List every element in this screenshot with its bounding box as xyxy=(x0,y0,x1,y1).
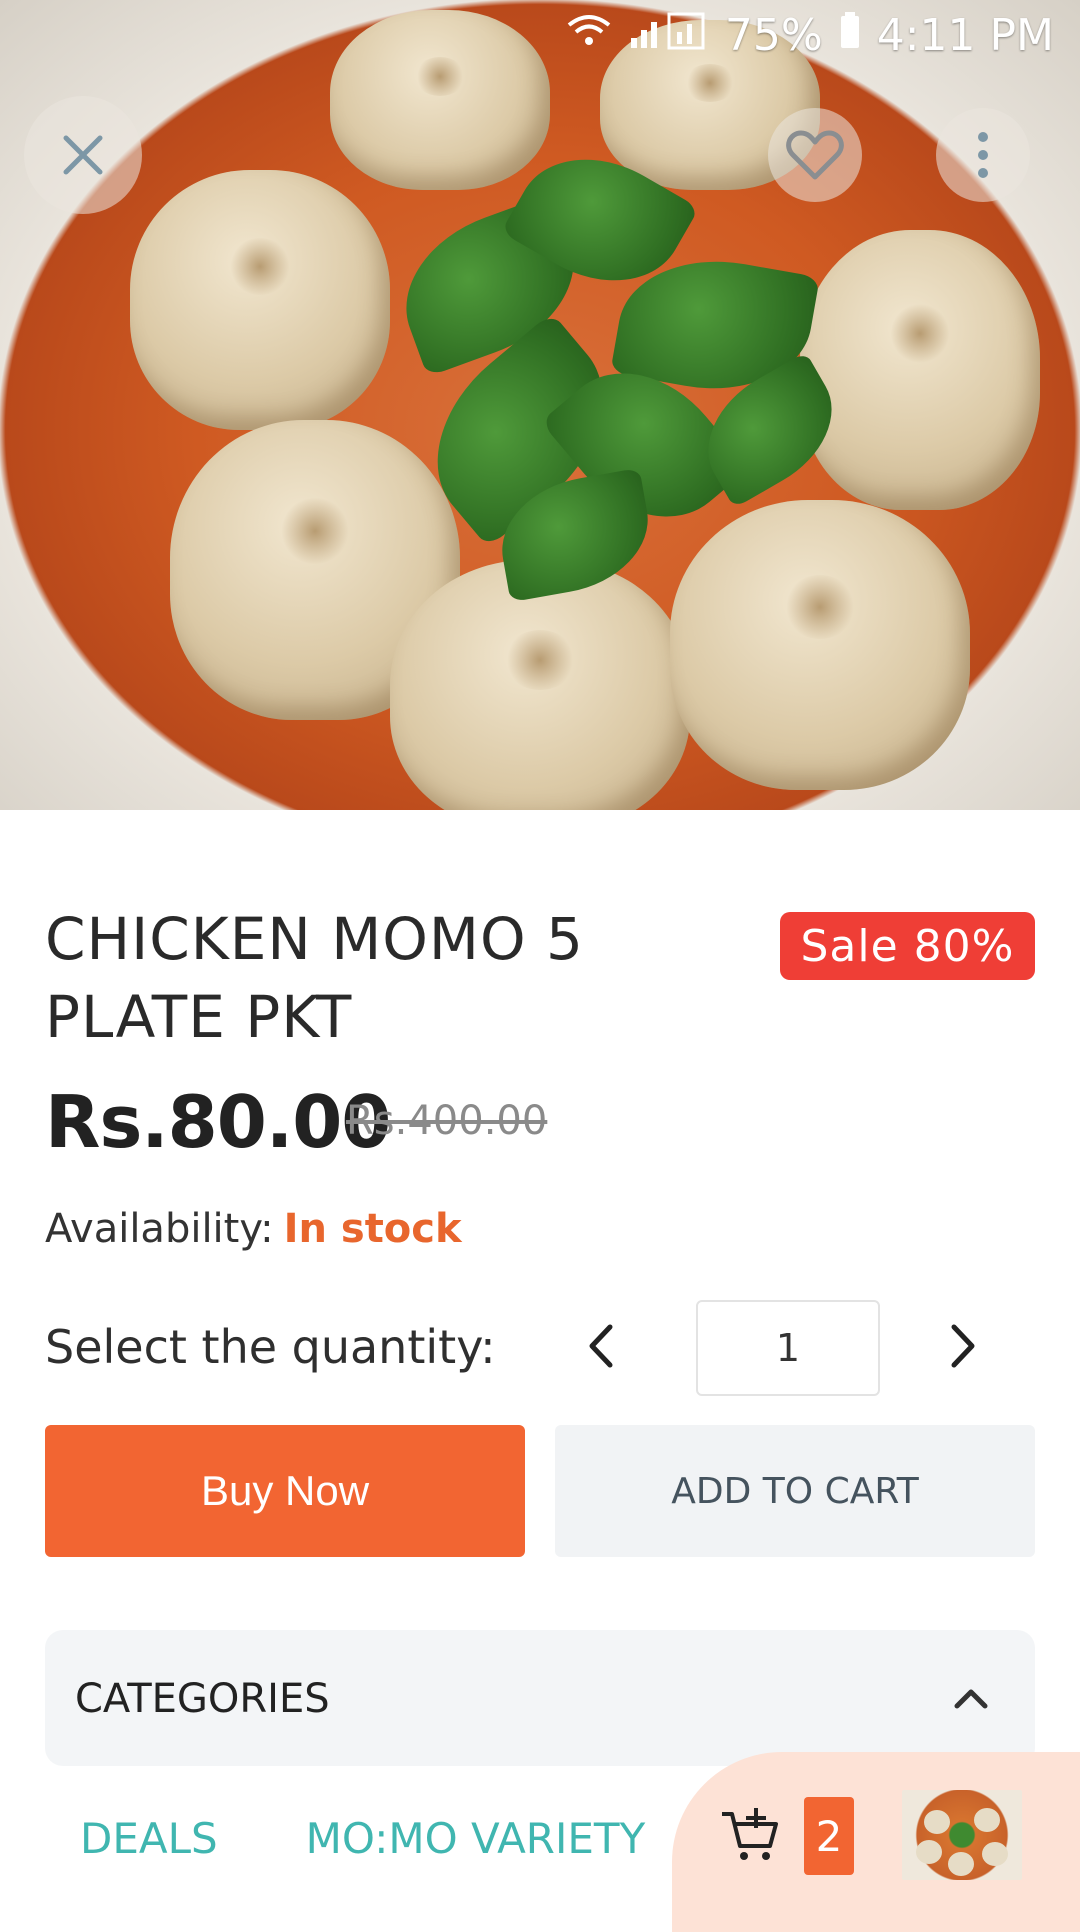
product-price: Rs.80.00 xyxy=(45,1080,391,1164)
cart-count-badge: 2 xyxy=(804,1797,854,1875)
product-title: CHICKEN MOMO 5 PLATE PKT xyxy=(45,905,584,1051)
categories-header: CATEGORIES xyxy=(75,1676,330,1722)
close-button[interactable] xyxy=(24,96,142,214)
add-to-cart-icon[interactable] xyxy=(720,1806,780,1866)
more-options-button[interactable] xyxy=(936,108,1030,202)
product-image xyxy=(0,0,1080,810)
battery-percent: 75% xyxy=(724,9,823,61)
favorite-button[interactable] xyxy=(768,108,862,202)
sale-badge: Sale 80% xyxy=(780,912,1035,980)
category-link-deals[interactable]: DEALS xyxy=(80,1814,218,1863)
buy-now-button[interactable]: Buy Now xyxy=(45,1425,525,1557)
availability-status: In stock xyxy=(283,1206,462,1252)
availability: Availability: In stock xyxy=(45,1206,462,1252)
dumpling xyxy=(800,230,1040,510)
chevron-up-icon xyxy=(954,1689,988,1709)
availability-label: Availability: xyxy=(45,1206,274,1252)
category-links: DEALS MO:MO VARIETY xyxy=(80,1814,645,1863)
dumpling xyxy=(330,10,550,190)
categories-accordion[interactable]: CATEGORIES xyxy=(45,1630,1035,1766)
dumpling xyxy=(670,500,970,790)
close-icon xyxy=(63,135,103,175)
quantity-input[interactable]: 1 xyxy=(696,1300,880,1396)
category-link-momo-variety[interactable]: MO:MO VARIETY xyxy=(306,1814,646,1863)
status-bar: 75% 4:11 PM xyxy=(565,0,1080,70)
dumpling xyxy=(390,560,690,810)
more-vertical-icon xyxy=(978,132,988,178)
battery-icon xyxy=(839,10,861,61)
cart-item-thumbnail[interactable] xyxy=(902,1790,1022,1880)
chevron-right-icon xyxy=(951,1324,975,1368)
signal-icon xyxy=(629,10,709,61)
wifi-icon xyxy=(565,11,613,59)
quantity-increase-button[interactable] xyxy=(932,1310,994,1382)
chevron-left-icon xyxy=(589,1324,613,1368)
original-price: Rs.400.00 xyxy=(346,1098,548,1144)
dumpling xyxy=(130,170,390,430)
quantity-label: Select the quantity: xyxy=(45,1320,496,1374)
clock: 4:11 PM xyxy=(876,9,1054,61)
heart-icon xyxy=(786,130,844,180)
add-to-cart-button[interactable]: ADD TO CART xyxy=(555,1425,1035,1557)
quantity-decrease-button[interactable] xyxy=(570,1310,632,1382)
